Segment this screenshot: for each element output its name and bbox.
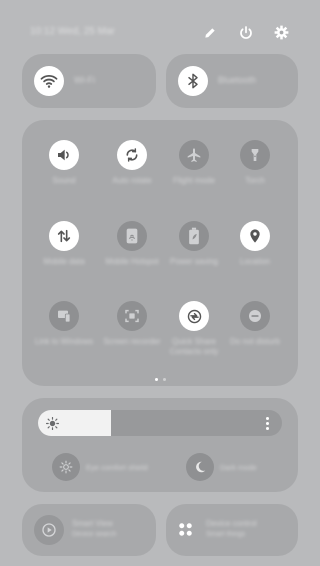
toggle-auto-rotate[interactable]: Auto rotate (102, 140, 162, 210)
toggle-label: Mobile Hotspot (105, 257, 159, 266)
toggle-quick-share[interactable]: Quick Share Contacts only (164, 301, 224, 371)
toggle-label: Torch (245, 176, 265, 185)
toggle-screen-recorder[interactable]: Screen recorder (102, 301, 162, 371)
eye-comfort-toggle[interactable]: Eye comfort shield (52, 453, 174, 483)
toggle-label: Sound (52, 176, 76, 185)
smart-view-tile[interactable]: Smart View Device search (22, 504, 156, 556)
toggle-torch[interactable]: Torch (225, 140, 285, 210)
screen-recorder-icon (117, 301, 147, 331)
status-header: 10:12 Wed, 25 Mar (0, 0, 306, 48)
bluetooth-label: Bluetooth (218, 75, 257, 85)
brightness-sun-icon (44, 415, 60, 431)
toggle-label: Auto rotate (112, 176, 152, 185)
toggle-label: Screen recorder (103, 337, 161, 346)
wifi-icon (34, 66, 64, 96)
link-windows-icon (49, 301, 79, 331)
settings-icon (274, 25, 289, 45)
device-control-tile[interactable]: Device control Smart things (166, 504, 298, 556)
dark-mode-icon (186, 453, 214, 481)
airplane-icon (179, 140, 209, 170)
quick-toggle-panel: Sound Auto rotate Flight mode Torch Mobi… (22, 120, 298, 386)
toggle-sound[interactable]: Sound (34, 140, 94, 210)
power-icon (238, 25, 254, 46)
sound-icon (49, 140, 79, 170)
wifi-label: Wi-Fi (74, 75, 95, 85)
settings-button[interactable] (271, 25, 291, 45)
toggle-label: Do not disturb (230, 337, 280, 346)
toggle-label: Location (239, 257, 271, 266)
toggle-label: Quick Share Contacts only (169, 337, 219, 356)
dark-mode-toggle[interactable]: Dark mode (186, 453, 286, 483)
toggle-mobile-data[interactable]: Mobile data (34, 221, 94, 291)
mobile-data-icon (49, 221, 79, 251)
toggle-label: Mobile data (43, 257, 85, 266)
do-not-disturb-icon (240, 301, 270, 331)
device-control-icon (178, 522, 194, 538)
dark-mode-label: Dark mode (220, 463, 257, 472)
auto-rotate-icon (117, 140, 147, 170)
smart-view-label: Smart View (72, 519, 113, 528)
bluetooth-tile[interactable]: Bluetooth (166, 54, 298, 108)
brightness-more-options-button[interactable] (262, 413, 272, 433)
status-date: 10:12 Wed, 25 Mar (30, 26, 115, 37)
device-control-sublabel: Smart things (206, 531, 246, 538)
bluetooth-icon (178, 66, 208, 96)
toggle-mobile-hotspot[interactable]: Mobile Hotspot (102, 221, 162, 291)
battery-saver-icon (179, 221, 209, 251)
toggle-label: Link to Windows (34, 337, 94, 346)
toggle-label: Power saving (169, 257, 219, 266)
toggle-power-saving[interactable]: Power saving (164, 221, 224, 291)
smart-view-sublabel: Device search (72, 531, 117, 538)
eye-comfort-icon (52, 453, 80, 481)
eye-comfort-label: Eye comfort shield (86, 463, 148, 472)
power-button[interactable] (236, 25, 256, 45)
quick-share-icon (179, 301, 209, 331)
edit-button[interactable] (200, 25, 220, 45)
toggle-link-to-windows[interactable]: Link to Windows (34, 301, 94, 371)
page-dot (163, 378, 166, 381)
wifi-tile[interactable]: Wi-Fi (22, 54, 156, 108)
location-icon (240, 221, 270, 251)
hotspot-icon (117, 221, 147, 251)
brightness-slider[interactable] (38, 410, 282, 436)
smart-view-icon (34, 515, 64, 545)
toggle-location[interactable]: Location (225, 221, 285, 291)
page-dot-active (155, 378, 158, 381)
toggle-do-not-disturb[interactable]: Do not disturb (225, 301, 285, 371)
toggle-label: Flight mode (173, 176, 215, 185)
device-control-label: Device control (206, 519, 257, 528)
toggle-flight-mode[interactable]: Flight mode (164, 140, 224, 210)
flashlight-icon (240, 140, 270, 170)
edit-icon (203, 26, 217, 45)
